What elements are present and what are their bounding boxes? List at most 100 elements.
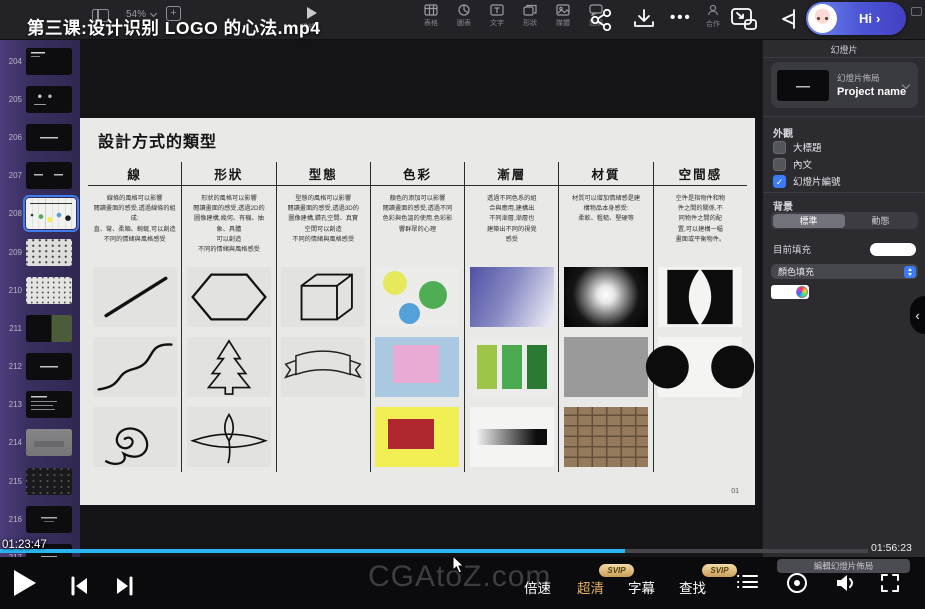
screen-cast-button[interactable] (730, 6, 758, 37)
share-nodes-icon (588, 7, 614, 33)
play-button[interactable] (14, 570, 36, 596)
current-fill-swatch[interactable] (870, 243, 916, 256)
segment-dynamic[interactable]: 動態 (845, 214, 917, 228)
slide-thumbnail[interactable] (26, 315, 72, 342)
tab-slide[interactable]: 幻燈片 (763, 43, 925, 56)
checkbox-unchecked[interactable] (773, 158, 786, 171)
slide-thumbnail[interactable] (26, 391, 72, 418)
fullscreen-button[interactable] (879, 572, 901, 599)
slide-thumbnail[interactable] (26, 198, 76, 229)
skip-previous-icon (68, 575, 92, 597)
shape-tool-button[interactable]: 形狀 (519, 4, 541, 28)
slide-layout-card[interactable]: 幻燈片佈局 Project name (771, 62, 918, 108)
column-gradient: 漸層 透過不同色系的組 合與應用,建構出 不同漸層,漸層也 建築出不同的視覺 感… (464, 162, 558, 472)
background-section-title: 背景 (773, 198, 793, 213)
checkbox-checked[interactable]: ✓ (773, 175, 786, 188)
download-button[interactable] (631, 6, 657, 37)
mouse-cursor (452, 556, 467, 580)
segment-standard[interactable]: 標準 (773, 214, 845, 228)
column-description: 顏色的添加可以影響 閱讀畫面的感受,透過不同 色彩與色溫的使用,色彩影 響群眾的… (371, 186, 464, 262)
text-icon (490, 4, 504, 16)
concave-shapes-figure (658, 267, 742, 327)
column-shape: 形狀 形狀的風格可以影響 閱讀畫面的感受,透過2D的 圖像建構,幾何、有機、抽 … (181, 162, 275, 472)
slide-thumbnail-row[interactable]: 206 (0, 118, 80, 156)
option-big-title[interactable]: 大標題 (773, 140, 822, 154)
record-settings-button[interactable] (785, 571, 809, 600)
volume-button[interactable] (833, 571, 857, 600)
slide-thumbnail-row[interactable]: 213 (0, 386, 80, 424)
slide-thumbnail[interactable] (26, 506, 72, 533)
slide-thumbnail[interactable] (26, 429, 72, 456)
assistant-button[interactable]: Hi › (806, 2, 906, 35)
slide-thumbnail[interactable] (26, 162, 72, 189)
slide-thumbnail-row[interactable]: 207 (0, 157, 80, 195)
previous-button[interactable] (68, 575, 92, 602)
divider (763, 192, 925, 193)
find-button[interactable]: 查找 (679, 577, 706, 597)
slide-number: 214 (0, 438, 22, 447)
playlist-button[interactable] (737, 575, 758, 591)
column-description: 型態的風格可以影響 閱讀畫面的感受,透過3D的 圖像建構,鑽孔空間、真實 空間可… (277, 186, 370, 262)
slide-thumbnail-row[interactable]: 216 (0, 500, 80, 538)
slide-thumbnail-row[interactable]: 204 (0, 42, 80, 80)
pine-tree-figure (187, 337, 271, 397)
slide-number: 209 (0, 248, 22, 257)
progress-bar[interactable] (0, 549, 868, 553)
slide-thumbnail[interactable] (26, 353, 72, 380)
column-header: 色彩 (371, 162, 464, 186)
slide-thumbnail[interactable] (26, 48, 72, 75)
slide-thumbnail[interactable] (26, 468, 72, 495)
share-button[interactable] (588, 7, 614, 38)
slide-thumbnail[interactable] (26, 86, 72, 113)
option-slide-number[interactable]: ✓ 幻燈片編號 (773, 174, 841, 188)
table-tool-label: 表格 (424, 18, 438, 28)
slide-number: 211 (0, 324, 22, 333)
current-time: 01:23:47 (2, 539, 47, 551)
media-tool-button[interactable]: 媒體 (552, 4, 574, 28)
option-body-text[interactable]: 內文 (773, 157, 812, 171)
speed-button[interactable]: 倍速 (524, 577, 551, 597)
slide-thumbnail-row[interactable]: 209 (0, 233, 80, 271)
download-icon (631, 6, 657, 32)
slide-thumbnail-row-selected[interactable]: 208 (0, 195, 80, 233)
slide-thumbnail[interactable] (26, 239, 72, 266)
format-inspector: 幻燈片 幻燈片佈局 Project name 外觀 大標題 內文 ✓ 幻燈片編號… (762, 40, 925, 557)
collaborate-button[interactable]: 合作 (700, 4, 726, 29)
subtitle-button[interactable]: 字幕 (628, 577, 655, 597)
hd-button[interactable]: 超清 (577, 577, 604, 597)
slide-thumbnail-row[interactable]: 210 (0, 271, 80, 309)
slide-number: 216 (0, 515, 22, 524)
current-slide[interactable]: 設計方式的類型 線 線條的風格可以影響 閱讀畫面的感受,透過線條的組成: 直、彎… (80, 118, 755, 505)
table-tool-button[interactable]: 表格 (420, 4, 442, 28)
chart-tool-label: 圖表 (457, 18, 471, 28)
slide-thumbnail-row[interactable]: 212 (0, 348, 80, 386)
slide-thumbnail-row[interactable]: 214 (0, 424, 80, 462)
fill-type-dropdown[interactable]: 顏色填充 (771, 264, 918, 279)
next-button[interactable] (112, 575, 136, 602)
edit-slide-layout-button[interactable]: 編輯幻燈片佈局 (777, 559, 910, 573)
layout-thumbnail (777, 70, 829, 101)
slide-thumbnail-row[interactable]: 205 (0, 80, 80, 118)
slide-thumbnail-row[interactable]: 215 (0, 462, 80, 500)
spiral-line-figure (93, 407, 177, 467)
slide-thumbnail[interactable] (26, 124, 72, 151)
video-player-stage: 54% + 播放 表格 圖表 文字 形狀 (0, 0, 925, 609)
panel-collapse-handle[interactable]: ‹ (910, 296, 925, 334)
svip-badge: SVIP (599, 564, 634, 577)
curve-line-figure (93, 337, 177, 397)
color-wheel-icon[interactable] (796, 286, 808, 298)
slide-thumbnail-row[interactable]: 211 (0, 309, 80, 347)
video-title-overlay: 第三课:设计识别 LOGO 的心法.mp4 (27, 15, 320, 40)
cube-figure (281, 267, 365, 327)
chart-tool-button[interactable]: 圖表 (453, 4, 475, 28)
more-button[interactable]: ••• (670, 9, 692, 26)
sphere-figure (564, 267, 648, 327)
leaf-figure (187, 407, 271, 467)
slide-thumbnail[interactable] (26, 277, 72, 304)
text-tool-button[interactable]: 文字 (486, 4, 508, 28)
checkbox-unchecked[interactable] (773, 141, 786, 154)
design-types-table: 線 線條的風格可以影響 閱讀畫面的感受,透過線條的組成: 直、彎、柔順、蜿蜒,可… (88, 162, 747, 472)
color-well[interactable] (771, 285, 809, 299)
hide-panel-button[interactable] (778, 7, 800, 36)
shape-tool-label: 形狀 (523, 18, 537, 28)
